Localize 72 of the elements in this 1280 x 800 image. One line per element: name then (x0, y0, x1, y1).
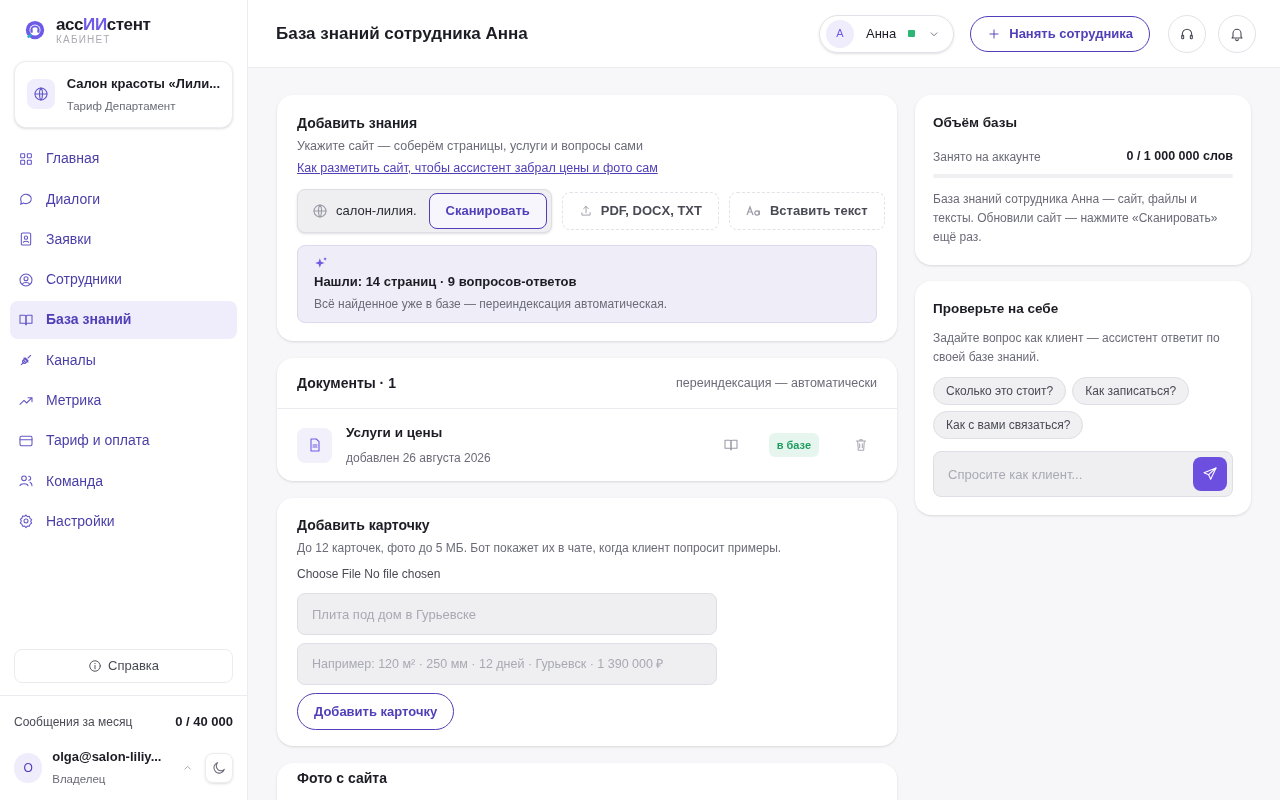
question-chip[interactable]: Сколько это стоит? (933, 377, 1067, 406)
volume-note: База знаний сотрудника Анна — сайт, файлы и тексты. Обновили сайт — нажмите «Сканировать» ещё раз. (933, 191, 1219, 246)
chat-icon (18, 191, 34, 208)
card-title: Добавить знания (297, 114, 419, 133)
form-icon (18, 231, 34, 248)
theme-toggle[interactable] (204, 752, 233, 783)
nav-item[interactable]: Главная (10, 139, 237, 178)
card-title: Документы · 1 (297, 373, 396, 393)
user-email: olga@salon-liliy... (52, 748, 162, 767)
nav-item[interactable]: Тариф и оплата (10, 421, 237, 460)
scan-button[interactable]: Сканировать (428, 193, 547, 229)
card-title-field[interactable]: Плита под дом в Гурьевске (297, 593, 717, 636)
sparkle-icon (314, 256, 328, 270)
site-url-field[interactable]: салон-лилия. Сканировать (297, 189, 552, 233)
usage-value: 0 / 1 000 000 слов (1126, 148, 1233, 166)
nav-item[interactable]: Команда (10, 462, 237, 501)
card-subtitle: Укажите сайт — соберём страницы, услуги и вопросы сами (297, 138, 644, 154)
markup-help-link[interactable]: Как разметить сайт, чтобы ассистент забрал цены и фото сам (297, 160, 658, 176)
upload-button[interactable]: PDF, DOCX, TXT (561, 192, 719, 230)
test-chat-subtitle: Задайте вопрос как клиент — ассистент ответит по своей базе знаний. (933, 330, 1221, 367)
nav-item[interactable]: База знаний (10, 300, 237, 339)
reindex-note: переиндексация — автоматически (676, 374, 877, 392)
card-title: Добавить карточку (297, 516, 431, 535)
messages-count: 0 / 40 000 (175, 712, 233, 731)
upload-icon (578, 204, 593, 218)
document-name: Услуги и цены (346, 424, 444, 442)
nav-item[interactable]: Каналы (10, 341, 237, 380)
organization-card[interactable]: Салон красоты «Лили... Тариф Департамент (14, 61, 233, 128)
organization-name: Салон красоты «Лили... (66, 75, 220, 93)
nav-item[interactable]: Метрика (10, 381, 237, 420)
employee-name: Анна (866, 24, 897, 43)
nav-item[interactable]: Настройки (10, 502, 237, 541)
user-role: Владелец (52, 771, 107, 787)
paste-text-button[interactable]: Вставить текст (728, 192, 885, 230)
send-button[interactable] (1193, 457, 1227, 492)
scan-result-note: Всё найденное уже в базе — переиндексация автоматическая. (314, 296, 668, 312)
globe-icon (32, 86, 49, 103)
send-icon (1202, 466, 1218, 483)
document-date: добавлен 26 августа 2026 (346, 450, 492, 468)
nav-item[interactable]: Диалоги (10, 180, 237, 219)
card-title: Объём базы (933, 114, 1018, 132)
nav-item[interactable]: Заявки (10, 220, 237, 259)
status-badge: в базе (768, 432, 819, 458)
user-icon (18, 271, 34, 288)
card-title: Фото с сайта (297, 771, 388, 786)
logo-icon (24, 19, 46, 42)
employee-avatar: A (826, 19, 854, 48)
help-button[interactable]: Справка (14, 648, 233, 683)
nav-item[interactable]: Сотрудники (10, 260, 237, 299)
card-details-field[interactable]: Например: 120 м² · 250 мм · 12 дней · Гурьевск · 1 390 000 ₽ (297, 643, 717, 686)
organization-plan: Тариф Департамент (66, 98, 177, 114)
moon-icon (210, 759, 227, 776)
card-subtitle: До 12 карточек, фото до 5 МБ. Бот покажет их в чате, когда клиент попросит примеры. (297, 540, 783, 557)
trash-icon (853, 437, 869, 454)
brand-subtitle: КАБИНЕТ (56, 35, 112, 45)
scan-result-title: Нашли: 14 страниц · 9 вопросов-ответов (314, 274, 578, 290)
usage-label: Занято на аккаунте (933, 148, 1041, 166)
globe-icon (312, 203, 328, 219)
card-title: Проверьте на себе (933, 300, 1060, 318)
page-title: База знаний сотрудника Анна (276, 22, 529, 45)
settings-icon (18, 513, 34, 530)
file-picker[interactable]: Choose File No file chosen (297, 566, 441, 583)
info-icon (88, 658, 102, 673)
brand-name: ассИИстент (56, 16, 151, 33)
messages-label: Сообщения за месяц (14, 713, 133, 731)
user-avatar: O (14, 752, 43, 783)
question-chip[interactable]: Как с вами связаться? (933, 411, 1084, 440)
text-size-icon (745, 205, 762, 217)
question-field[interactable]: Спросите как клиент... (933, 451, 1233, 498)
question-chip[interactable]: Как записаться? (1072, 377, 1190, 406)
plus-icon (987, 26, 1002, 41)
grid-icon (18, 150, 34, 167)
